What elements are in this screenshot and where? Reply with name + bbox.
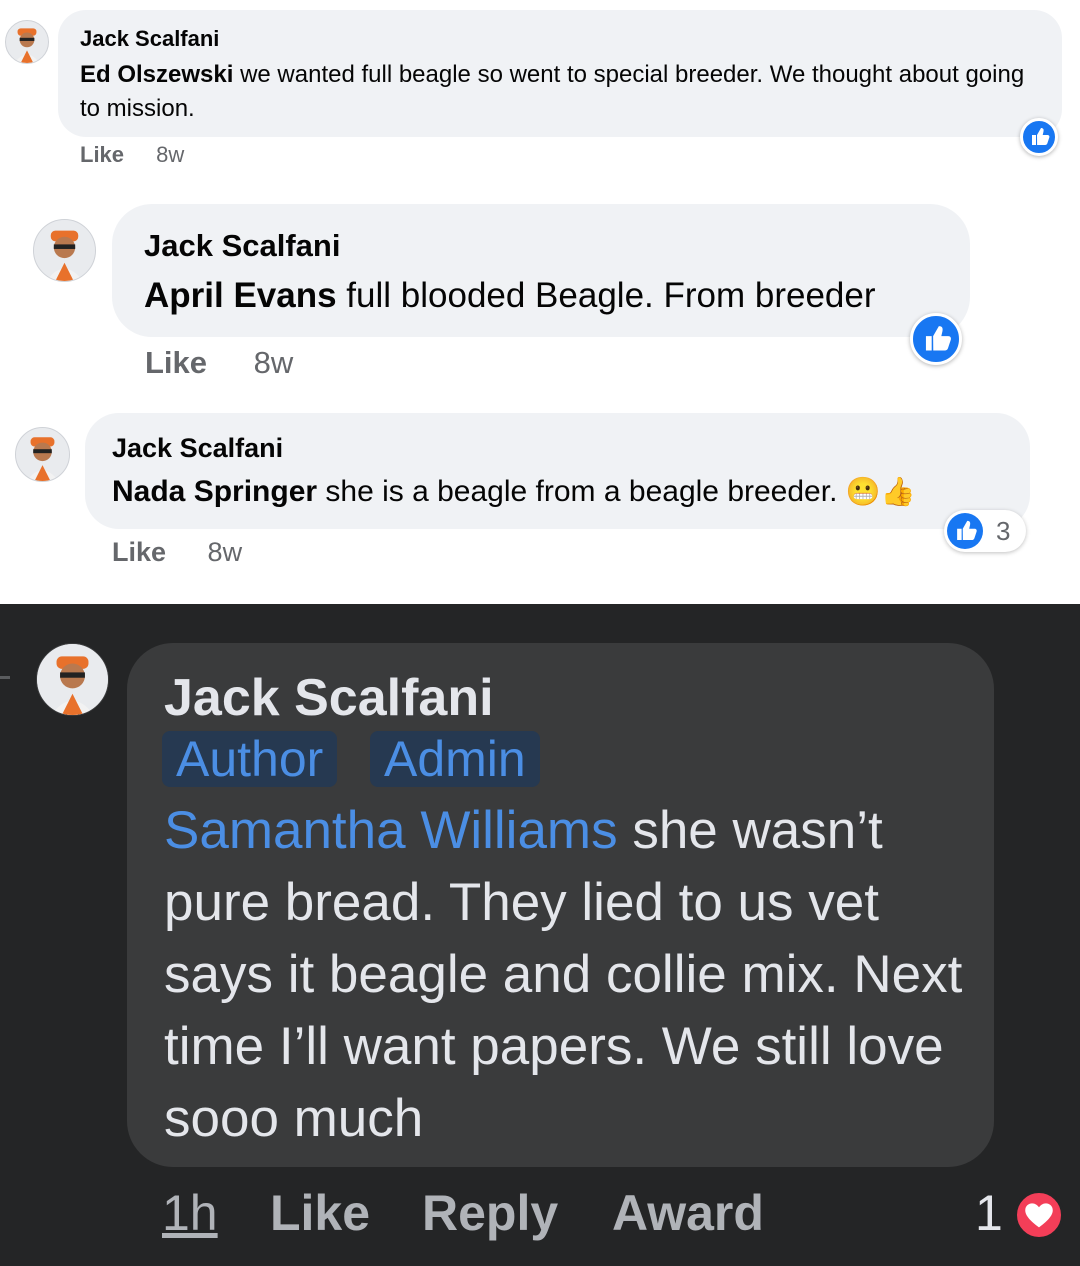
avatar[interactable] bbox=[5, 20, 49, 64]
comment-author[interactable]: Jack Scalfani bbox=[80, 26, 1040, 52]
mention-link[interactable]: Ed Olszewski bbox=[80, 61, 233, 88]
like-reaction-icon[interactable] bbox=[910, 313, 962, 365]
timestamp[interactable]: 8w bbox=[156, 142, 184, 167]
award-button[interactable]: Award bbox=[612, 1184, 764, 1242]
comment-bubble: Jack Scalfani April Evans full blooded B… bbox=[112, 204, 970, 337]
like-button[interactable]: Like bbox=[112, 537, 166, 567]
comment-meta: Like 8w bbox=[80, 142, 184, 168]
grimace-emoji: 😬 bbox=[845, 476, 881, 507]
avatar[interactable] bbox=[15, 427, 70, 482]
comment-meta: Like 8w bbox=[112, 537, 242, 568]
comment-author[interactable]: Jack Scalfani bbox=[164, 668, 494, 728]
comment-author[interactable]: Jack Scalfani bbox=[112, 433, 1003, 464]
like-reaction-icon bbox=[947, 513, 983, 549]
comment-text: she is a beagle from a beagle breeder. bbox=[317, 475, 838, 508]
comment-bubble: Jack Scalfani Ed Olszewski we wanted ful… bbox=[58, 10, 1062, 137]
reaction-count: 3 bbox=[996, 516, 1011, 546]
author-badge: Author bbox=[162, 731, 338, 787]
comment-text: full blooded Beagle. From breeder bbox=[336, 276, 876, 315]
avatar[interactable] bbox=[36, 643, 109, 716]
comment-bubble: Jack Scalfani Nada Springer she is a bea… bbox=[85, 413, 1030, 529]
like-button[interactable]: Like bbox=[80, 142, 124, 167]
timestamp[interactable]: 8w bbox=[208, 537, 243, 567]
admin-badge: Admin bbox=[370, 731, 540, 787]
like-reaction-icon[interactable] bbox=[1020, 118, 1058, 156]
reply-button[interactable]: Reply bbox=[422, 1184, 558, 1242]
timestamp[interactable]: 1h bbox=[162, 1184, 218, 1242]
reaction-count: 1 bbox=[975, 1185, 1003, 1241]
mention-link[interactable]: April Evans bbox=[144, 276, 337, 315]
comment-meta: Like 8w bbox=[145, 345, 293, 381]
thumbs-up-emoji: 👍 bbox=[880, 476, 916, 507]
love-reaction-icon[interactable] bbox=[1014, 1190, 1064, 1240]
mention-link[interactable]: Nada Springer bbox=[112, 475, 317, 508]
timestamp[interactable]: 8w bbox=[254, 345, 294, 380]
mention-link[interactable]: Samantha Williams bbox=[164, 801, 618, 860]
like-button[interactable]: Like bbox=[270, 1184, 370, 1242]
thread-line bbox=[0, 676, 10, 679]
avatar[interactable] bbox=[33, 219, 96, 282]
reaction-summary[interactable]: 3 bbox=[944, 510, 1026, 552]
comment-author[interactable]: Jack Scalfani bbox=[144, 228, 938, 264]
like-button[interactable]: Like bbox=[145, 345, 207, 380]
